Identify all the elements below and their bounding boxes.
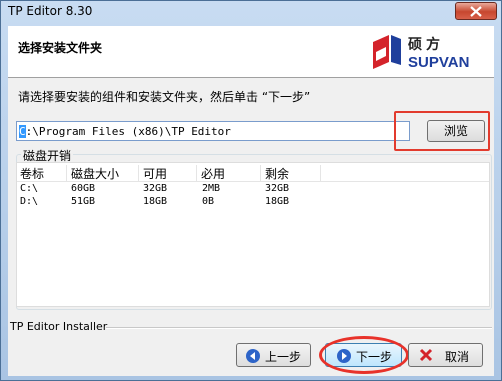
arrow-left-icon: [246, 349, 260, 363]
cancel-button[interactable]: 取消: [408, 343, 483, 367]
cancel-x-icon: [419, 348, 433, 362]
path-text: :\Program Files (x86)\TP Editor: [25, 125, 231, 138]
selected-char: C: [19, 125, 26, 138]
cell-label: C:\: [20, 183, 39, 194]
cell-remaining: 32GB: [265, 183, 290, 194]
logo-brand: SUPVAN: [408, 54, 470, 71]
title-bar[interactable]: TP Editor 8.30: [1, 1, 501, 23]
instruction-text: 请选择要安装的组件和安装文件夹，然后单击 “下一步”: [18, 90, 311, 104]
dialog-client-area: 选择安装文件夹 硕方 SUPVAN 请选择要安装的组件和安装文件夹，然后单击 “…: [8, 26, 494, 376]
disk-usage-list[interactable]: 卷标 磁盘大小 可用 必用 剩余 C:\ 60GB 32GB 2MB 32GB …: [16, 162, 490, 307]
close-button[interactable]: [455, 2, 497, 20]
highlight-rectangle: [394, 111, 490, 151]
installer-window: TP Editor 8.30 选择安装文件夹 硕方 SUPVAN 请选择要安装的…: [0, 0, 502, 381]
column-header-required[interactable]: 必用: [197, 165, 261, 181]
highlight-ellipse: [319, 336, 409, 374]
page-title: 选择安装文件夹: [18, 41, 103, 55]
cell-required: 2MB: [202, 183, 221, 194]
supvan-logo: 硕方 SUPVAN: [367, 30, 489, 74]
column-header-available[interactable]: 可用: [139, 165, 197, 181]
cell-size: 51GB: [71, 196, 96, 207]
cell-size: 60GB: [71, 183, 96, 194]
column-header-label[interactable]: 卷标: [17, 165, 67, 181]
close-icon: [470, 6, 482, 17]
installer-footer-label: TP Editor Installer: [10, 320, 108, 333]
cell-available: 18GB: [143, 196, 168, 207]
cell-remaining: 18GB: [265, 196, 290, 207]
cell-required: 0B: [202, 196, 215, 207]
list-header: 卷标 磁盘大小 可用 必用 剩余: [17, 163, 489, 182]
back-label: 上一步: [265, 350, 302, 364]
window-title: TP Editor 8.30: [8, 4, 93, 18]
column-header-remaining[interactable]: 剩余: [261, 165, 321, 181]
cell-label: D:\: [20, 196, 39, 207]
footer-divider: [106, 327, 492, 329]
header-panel: 选择安装文件夹 硕方 SUPVAN: [8, 26, 494, 78]
table-row[interactable]: D:\ 51GB 18GB 0B 18GB: [17, 196, 489, 210]
cell-available: 32GB: [143, 183, 168, 194]
logo-emblem-icon: [373, 35, 401, 69]
install-path-input[interactable]: C:\Program Files (x86)\TP Editor: [16, 121, 410, 141]
table-row[interactable]: C:\ 60GB 32GB 2MB 32GB: [17, 183, 489, 197]
back-button[interactable]: 上一步: [236, 343, 311, 367]
column-header-size[interactable]: 磁盘大小: [67, 165, 139, 181]
cancel-label: 取消: [445, 350, 470, 364]
logo-text: 硕方: [408, 37, 444, 53]
